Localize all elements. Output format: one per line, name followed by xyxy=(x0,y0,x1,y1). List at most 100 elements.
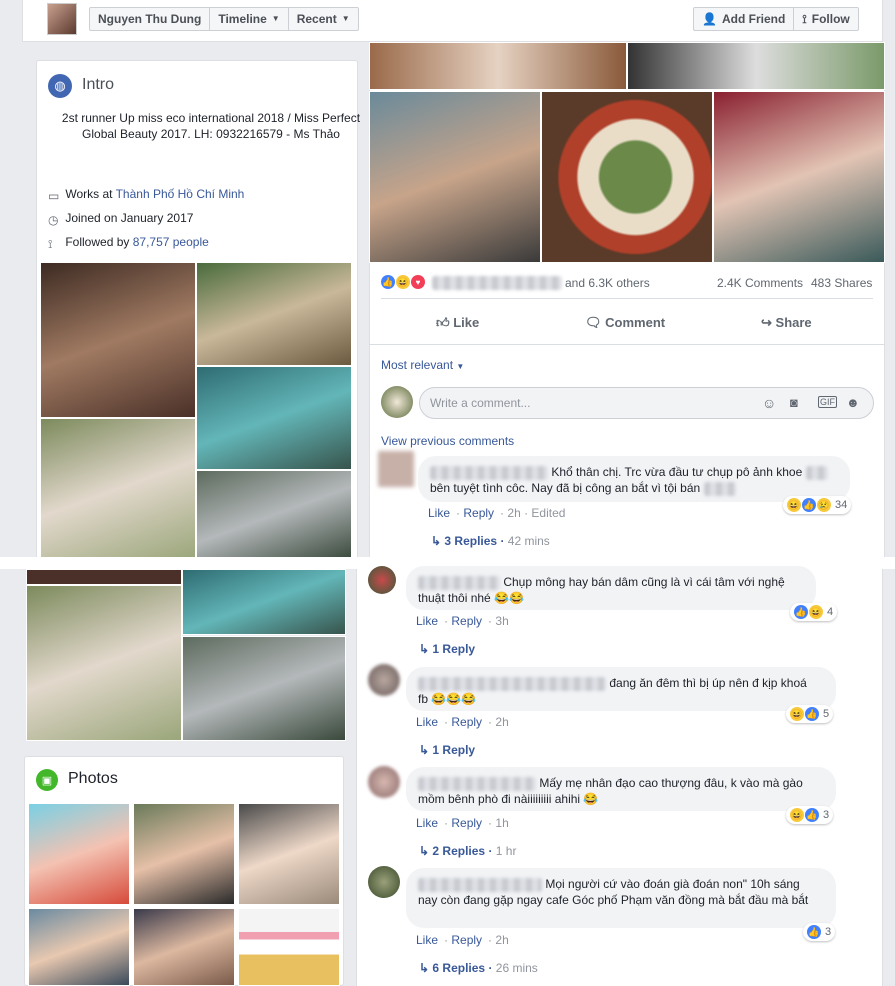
profile-nav: Nguyen Thu Dung Timeline ▼ Recent ▼ xyxy=(89,7,359,31)
recent-dropdown[interactable]: Recent ▼ xyxy=(288,7,359,31)
commenter-avatar[interactable] xyxy=(368,766,400,798)
photos-thumbnail[interactable] xyxy=(238,803,340,905)
reaction-others[interactable]: and 6.3K others xyxy=(565,276,650,290)
sticker-icon[interactable]: ☻ xyxy=(846,395,860,410)
emoji-icon[interactable]: ☺ xyxy=(762,395,776,411)
comments-count[interactable]: 2.4K Comments xyxy=(717,276,803,290)
photos-thumbnail[interactable] xyxy=(28,908,130,986)
view-replies[interactable]: ↳ 3 Replies · 42 mins xyxy=(431,534,550,548)
current-user-avatar[interactable] xyxy=(381,386,413,418)
comment-like-link[interactable]: Like xyxy=(416,614,438,628)
share-button[interactable]: ↪ Share xyxy=(761,315,812,331)
featured-photo[interactable] xyxy=(196,262,352,366)
comment-text: mồm bênh phò đi nàiiiiiiiii ahihi 😂 xyxy=(418,792,599,806)
comment-reply-link[interactable]: Reply xyxy=(451,933,482,947)
profile-avatar[interactable] xyxy=(47,3,77,35)
featured-photo[interactable] xyxy=(196,470,352,560)
works-place-link[interactable]: Thành Phố Hồ Chí Minh xyxy=(116,187,245,201)
comment-like-link[interactable]: Like xyxy=(416,715,438,729)
comment-reply-link[interactable]: Reply xyxy=(463,506,494,520)
blurred-name[interactable] xyxy=(418,776,536,791)
comment-time[interactable]: 2h xyxy=(495,933,508,947)
replies-count: 2 Replies xyxy=(432,844,486,858)
commenter-avatar[interactable] xyxy=(368,664,400,696)
post-photo[interactable] xyxy=(369,91,541,263)
comment-edited[interactable]: Edited xyxy=(531,506,565,520)
shares-count[interactable]: 483 Shares xyxy=(811,276,872,290)
commenter-avatar[interactable] xyxy=(378,451,414,487)
photos-thumbnail[interactable] xyxy=(133,908,235,986)
view-replies[interactable]: ↳ 2 Replies · 1 hr xyxy=(419,844,516,858)
add-friend-button[interactable]: 👤 Add Friend xyxy=(693,7,795,31)
follow-label: Follow xyxy=(811,12,850,26)
comment-meta: Like · Reply · 1h xyxy=(416,816,509,830)
photos-thumbnail[interactable] xyxy=(28,803,130,905)
comment-time[interactable]: 1h xyxy=(495,816,508,830)
comment-like-link[interactable]: Like xyxy=(416,816,438,830)
comment-bubble: Mọi người cứ vào đoán già đoán non" 10h … xyxy=(406,868,836,928)
commenter-avatar[interactable] xyxy=(368,566,396,594)
view-previous-comments[interactable]: View previous comments xyxy=(381,434,514,448)
comment-reply-link[interactable]: Reply xyxy=(451,715,482,729)
reply-arrow-icon: ↳ xyxy=(419,961,430,975)
rss-icon: ⟟ xyxy=(48,236,53,251)
blurred-name[interactable] xyxy=(418,877,542,892)
post-photo[interactable] xyxy=(627,42,885,90)
blurred-names xyxy=(432,276,562,290)
comment-like-link[interactable]: Like xyxy=(428,506,450,520)
view-replies[interactable]: ↳ 1 Reply xyxy=(419,642,475,656)
blurred-name[interactable] xyxy=(418,676,606,691)
photos-thumbnail[interactable] xyxy=(133,803,235,905)
featured-photo[interactable] xyxy=(182,569,346,635)
sort-dropdown[interactable]: Most relevant ▼ xyxy=(381,358,464,372)
like-reaction-icon: 👍 xyxy=(805,707,819,721)
comment-like-link[interactable]: Like xyxy=(416,933,438,947)
follow-button[interactable]: ⟟ Follow xyxy=(794,7,859,31)
followers-link[interactable]: 87,757 people xyxy=(133,235,209,249)
like-button[interactable]: 👍︎ Like xyxy=(436,315,479,331)
reply-arrow-icon: ↳ xyxy=(419,642,430,656)
view-replies[interactable]: ↳ 6 Replies · 26 mins xyxy=(419,961,538,975)
featured-photo[interactable] xyxy=(26,585,182,741)
intro-title: Intro xyxy=(82,76,115,93)
comment-reactions[interactable]: 👍 3 xyxy=(803,923,836,941)
comment-time[interactable]: 2h xyxy=(495,715,508,729)
gif-icon[interactable]: GIF xyxy=(818,396,837,408)
comment-time[interactable]: 2h xyxy=(507,506,520,520)
comment-reactions[interactable]: 😆 👍 5 xyxy=(786,705,834,723)
blurred-name[interactable] xyxy=(418,575,500,590)
post-photo[interactable] xyxy=(369,42,627,90)
timeline-dropdown[interactable]: Timeline ▼ xyxy=(210,7,289,31)
comment-meta: Like · Reply · 2h xyxy=(416,933,509,947)
blurred-name[interactable] xyxy=(430,465,548,480)
haha-reaction-icon: 😆 xyxy=(790,707,804,721)
view-replies[interactable]: ↳ 1 Reply xyxy=(419,743,475,757)
post-reactions[interactable]: 👍 😆 ♥ xyxy=(381,275,425,289)
commenter-avatar[interactable] xyxy=(368,866,400,898)
sad-reaction-icon: 😢 xyxy=(817,498,831,512)
haha-reaction-icon: 😆 xyxy=(809,605,823,619)
comment-reply-link[interactable]: Reply xyxy=(451,816,482,830)
featured-photo[interactable] xyxy=(182,636,346,741)
profile-name-button[interactable]: Nguyen Thu Dung xyxy=(89,7,211,31)
post-photo[interactable] xyxy=(713,91,885,263)
comment-reactions[interactable]: 👍 😆 4 xyxy=(790,603,838,621)
featured-photo[interactable] xyxy=(196,366,352,470)
like-label: Like xyxy=(453,315,480,330)
photos-title[interactable]: Photos xyxy=(68,770,118,788)
love-reaction-icon: ♥ xyxy=(411,275,425,289)
comment-reply-link[interactable]: Reply xyxy=(451,614,482,628)
comment-input[interactable]: Write a comment... ☺ ◙ GIF ☻ xyxy=(419,387,874,419)
comment-reactions[interactable]: 😆 👍 😢 34 xyxy=(783,496,852,514)
comment-reactions[interactable]: 😆 👍 3 xyxy=(786,806,834,824)
featured-photo[interactable] xyxy=(26,569,182,585)
post-photo[interactable] xyxy=(541,91,713,263)
camera-icon[interactable]: ◙ xyxy=(790,395,798,410)
reply-arrow-icon: ↳ xyxy=(431,534,442,548)
globe-icon: ◍ xyxy=(48,74,72,98)
photos-thumbnail[interactable] xyxy=(238,908,340,986)
featured-photo[interactable] xyxy=(40,418,196,560)
comment-time[interactable]: 3h xyxy=(495,614,508,628)
featured-photo[interactable] xyxy=(40,262,196,418)
comment-button[interactable]: 🗨︎ Comment xyxy=(585,315,665,331)
